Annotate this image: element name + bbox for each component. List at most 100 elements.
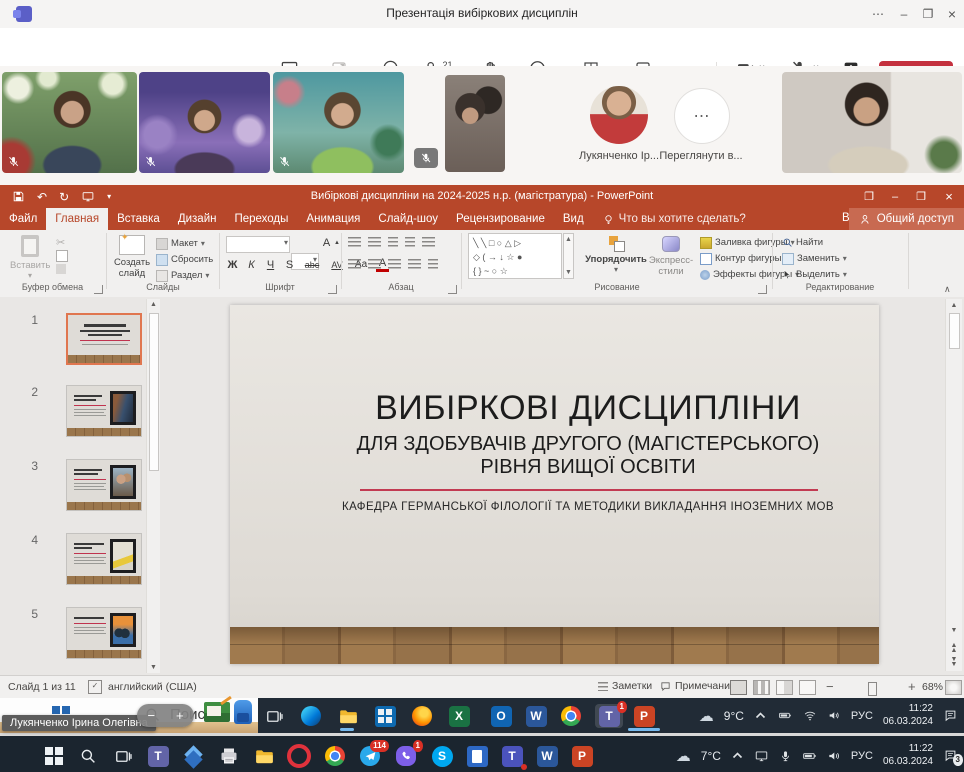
align-right-button[interactable] [388, 259, 401, 270]
view-more-participants-button[interactable]: ⋯ [674, 88, 730, 144]
chrome-icon-local[interactable] [323, 744, 347, 768]
reset-button[interactable]: Сбросить [156, 253, 213, 266]
file-explorer-icon-local[interactable] [252, 744, 276, 768]
teams-icon-local[interactable]: T [146, 744, 170, 768]
window-more-button[interactable]: ⋯ [866, 0, 890, 27]
powerpoint-icon-local[interactable]: P [570, 744, 594, 768]
bullets-button[interactable] [348, 237, 361, 248]
viber-icon[interactable]: 1 [394, 744, 418, 768]
shapes-gallery-scroll[interactable]: ▲ ▼ [563, 233, 574, 279]
taskview-icon-local[interactable] [111, 744, 135, 768]
normal-view-button[interactable] [730, 680, 747, 695]
ribbon-display-options-icon[interactable]: ❐ [856, 185, 882, 208]
shapes-gallery[interactable]: ╲ ╲ □ ○ △ ▷ ◇ ( → ↓ ☆ ● { } ~ ○ ☆ [468, 233, 562, 279]
teams-icon-shared[interactable]: T 1 [595, 704, 623, 728]
tab-review[interactable]: Рецензирование [447, 208, 554, 230]
microphone-tray-icon[interactable] [779, 749, 792, 763]
wifi-icon[interactable] [803, 709, 817, 722]
shape-fill-button[interactable]: Заливка фигуры ▾ [700, 236, 795, 249]
action-center-local[interactable]: 3 [943, 748, 958, 763]
shapes-scroll-down-icon[interactable]: ▼ [565, 269, 572, 276]
book-shortcut-icon[interactable] [204, 702, 230, 722]
zoom-level[interactable]: 68% [922, 681, 943, 693]
participant-video-2[interactable] [139, 72, 270, 173]
font-name-combo[interactable] [226, 236, 290, 253]
fit-slide-button[interactable] [945, 680, 962, 695]
tab-view[interactable]: Вид [554, 208, 593, 230]
collapse-ribbon-icon[interactable]: ∧ [944, 284, 951, 295]
zoom-out-pill-button[interactable]: − [147, 708, 155, 723]
tab-file[interactable]: Файл [0, 208, 46, 230]
tab-home[interactable]: Главная [46, 208, 108, 230]
shape-outline-button[interactable]: Контур фигуры ▾ [700, 252, 788, 265]
increase-indent-button[interactable] [405, 237, 415, 248]
cut-button[interactable]: ✂ [56, 236, 65, 249]
layered-app-icon[interactable] [182, 744, 206, 768]
clock[interactable]: 11:22 06.03.2024 [883, 703, 933, 728]
shapes-scroll-up-icon[interactable]: ▲ [565, 236, 572, 243]
firefox-icon[interactable] [410, 704, 434, 728]
slideshow-view-button[interactable] [799, 680, 816, 695]
participant-avatar[interactable] [590, 86, 648, 144]
next-slide-button[interactable]: ▼▼ [946, 657, 962, 667]
network-display-icon[interactable] [802, 749, 817, 763]
calculator-icon[interactable] [465, 744, 489, 768]
backpack-shortcut-icon[interactable] [234, 700, 252, 724]
file-explorer-icon[interactable] [336, 704, 360, 728]
word-icon[interactable]: W [524, 704, 548, 728]
tab-animations[interactable]: Анимация [297, 208, 369, 230]
zoom-in-button[interactable]: + [908, 679, 916, 694]
participant-video-5[interactable] [782, 72, 962, 173]
spellcheck-icon[interactable]: ✓ [88, 680, 102, 694]
weather-cloud-icon[interactable]: ☁ [699, 707, 714, 725]
volume-icon-local[interactable] [827, 749, 841, 763]
paste-button[interactable]: Вставить ▾ [10, 235, 50, 280]
thumb-scroll-up-icon[interactable]: ▲ [147, 301, 160, 308]
share-document-button[interactable]: Общий доступ [849, 208, 964, 230]
ppt-restore-button[interactable]: ❐ [908, 185, 934, 208]
thumb-scroll-down-icon[interactable]: ▼ [147, 664, 160, 671]
window-restore-button[interactable]: ❐ [916, 0, 940, 27]
strikethrough-button[interactable]: abc [302, 260, 322, 270]
arrange-button[interactable]: Упорядочить ▾ [584, 236, 648, 274]
word-icon-local[interactable]: W [535, 744, 559, 768]
printer-icon[interactable] [217, 744, 241, 768]
teams-icon-local-2[interactable]: T [500, 744, 524, 768]
tab-slideshow[interactable]: Слайд-шоу [369, 208, 447, 230]
grow-font-button[interactable]: А▲ [320, 236, 340, 249]
underline-button[interactable]: Ч [264, 259, 277, 271]
participant-video-4[interactable] [445, 75, 505, 172]
tab-design[interactable]: Дизайн [169, 208, 226, 230]
outlook-icon[interactable]: O [489, 704, 513, 728]
remote-device-icon[interactable] [754, 749, 769, 763]
powerpoint-icon-shared[interactable]: P [632, 704, 656, 728]
weather-cloud-icon-local[interactable]: ☁ [676, 747, 691, 765]
format-painter-button[interactable] [56, 264, 66, 274]
start-button-local[interactable] [42, 744, 66, 768]
columns-button[interactable] [428, 259, 438, 270]
ppt-minimize-button[interactable]: – [882, 185, 908, 208]
tab-transitions[interactable]: Переходы [225, 208, 297, 230]
excel-icon[interactable]: X [447, 704, 471, 728]
justify-button[interactable] [408, 259, 421, 270]
participant-video-3[interactable] [273, 72, 404, 173]
volume-icon[interactable] [827, 709, 841, 722]
telegram-icon[interactable]: 114 [358, 744, 382, 768]
action-center-icon[interactable] [943, 708, 958, 723]
canvas-scroll-thumb[interactable] [949, 313, 960, 349]
taskview-icon[interactable] [262, 704, 286, 728]
text-shadow-button[interactable]: S [283, 259, 296, 271]
slide-thumbnail-3[interactable] [66, 459, 142, 511]
window-close-button[interactable]: × [940, 0, 964, 27]
section-button[interactable]: Раздел ▾ [156, 269, 209, 282]
paragraph-dialog-launcher[interactable] [448, 285, 457, 294]
slide-thumbnail-4[interactable] [66, 533, 142, 585]
previous-slide-button[interactable]: ▲▲ [946, 643, 962, 653]
bold-button[interactable]: Ж [226, 259, 239, 271]
replace-button[interactable]: Заменить ▾ [782, 252, 847, 265]
thumbnail-scrollbar[interactable]: ▲ ▼ [146, 299, 160, 673]
ppt-close-button[interactable]: × [936, 185, 962, 208]
canvas-scroll-up-icon[interactable]: ▲ [946, 302, 962, 309]
align-left-button[interactable] [348, 259, 361, 270]
weather-temp-local[interactable]: 7°C [701, 749, 721, 763]
